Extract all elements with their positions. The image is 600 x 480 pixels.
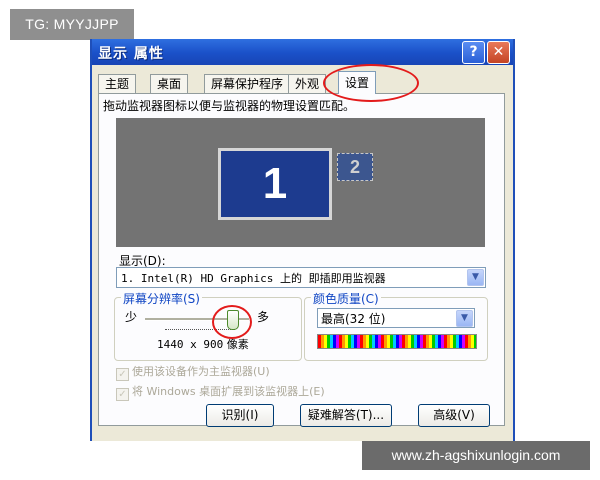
resolution-group: 屏幕分辨率(S) 少 多 1440 x 900 像素 [114,290,302,361]
extend-desktop-checkbox[interactable]: ✓ 将 Windows 桌面扩展到该监视器上(E) [116,383,476,401]
display-dropdown[interactable]: 1. Intel(R) HD Graphics 上的 即插即用监视器 ▼ [116,267,486,288]
resolution-value-numbers: 1440 x 900 [157,338,224,351]
annotation-circle-slider [212,305,252,339]
color-quality-group: 颜色质量(C) 最高(32 位) ▼ [304,290,488,361]
color-quality-dropdown-value: 最高(32 位) [321,312,386,326]
advanced-button[interactable]: 高级(V) [418,404,490,427]
chevron-down-icon[interactable]: ▼ [467,269,484,286]
watermark-url: www.zh-agshixunlogin.com [362,441,590,470]
primary-monitor-checkbox-label: 使用该设备作为主监视器(U) [132,365,270,378]
monitor-arrangement-area[interactable]: 1 2 [116,118,485,247]
color-quality-group-label: 颜色质量(C) [311,290,381,307]
extend-desktop-checkbox-label: 将 Windows 桌面扩展到该监视器上(E) [132,385,325,398]
monitor-2-icon[interactable]: 2 [337,153,373,181]
resolution-less-label: 少 [125,310,138,324]
color-quality-dropdown[interactable]: 最高(32 位) ▼ [317,308,475,328]
resolution-value-unit: 像素 [226,338,249,351]
display-properties-window: 显示 属性 ? ✕ 主题 桌面 屏幕保护程序 外观 设置 拖动监视器图标以便与监… [90,39,515,441]
instructions-text: 拖动监视器图标以便与监视器的物理设置匹配。 [103,99,356,113]
overlay-tag: TG: MYYJJPP [10,9,134,40]
window-title: 显示 属性 [98,46,164,62]
primary-monitor-checkbox[interactable]: ✓ 使用该设备作为主监视器(U) [116,363,476,381]
tab-desktop[interactable]: 桌面 [150,74,189,93]
annotation-circle-settings-tab [323,64,419,102]
check-icon: ✓ [116,388,129,401]
display-dropdown-value: 1. Intel(R) HD Graphics 上的 即插即用监视器 [121,272,386,285]
title-bar[interactable]: 显示 属性 ? ✕ [92,39,513,65]
help-button[interactable]: ? [462,41,485,64]
check-icon: ✓ [116,368,129,381]
tab-appearance[interactable]: 外观 [288,74,327,93]
color-spectrum-bar [317,334,477,349]
identify-button[interactable]: 识别(I) [206,404,274,427]
tab-theme[interactable]: 主题 [98,74,137,93]
monitor-1-icon[interactable]: 1 [218,148,332,220]
chevron-down-icon[interactable]: ▼ [456,310,473,327]
resolution-group-label: 屏幕分辨率(S) [121,290,202,307]
resolution-more-label: 多 [257,310,270,324]
tab-screensaver[interactable]: 屏幕保护程序 [204,74,291,93]
close-button[interactable]: ✕ [487,41,510,64]
troubleshoot-button[interactable]: 疑难解答(T)... [300,404,392,427]
